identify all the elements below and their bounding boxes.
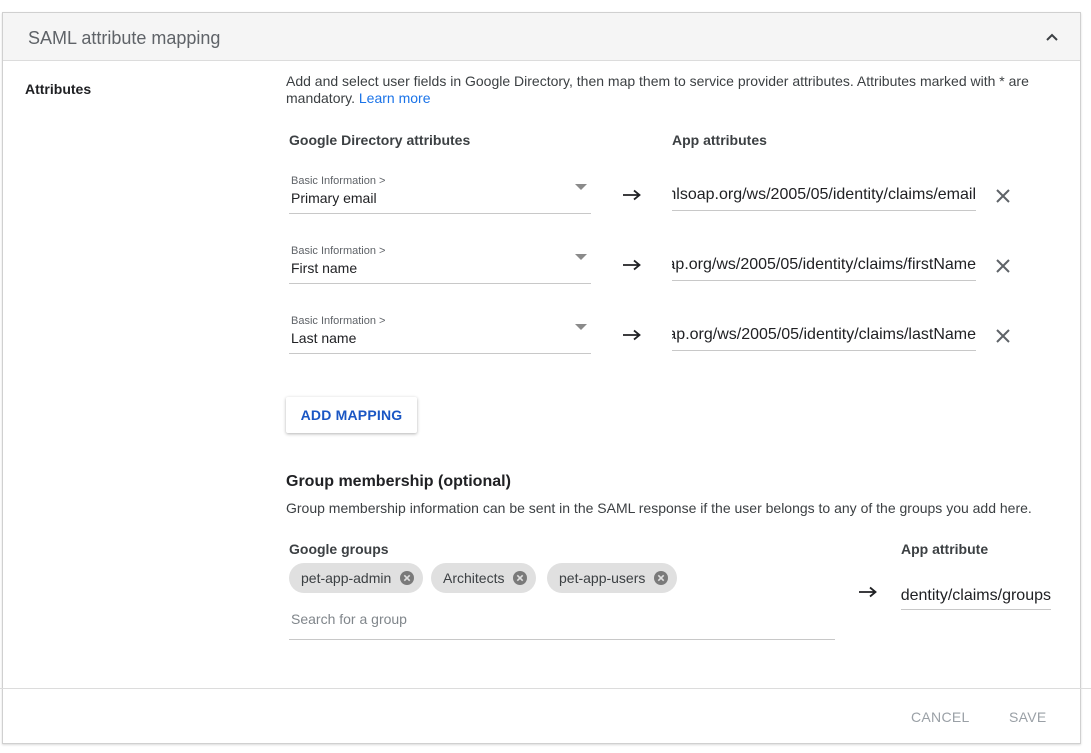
arrow-right-icon [623,329,641,341]
app-attribute-value: http://schemas.xmlsoap.org/ws/2005/05/id… [672,326,976,343]
app-attribute-value: http://schemas.xmlsoap.org/ws/2005/05/id… [672,186,976,203]
google-groups-header: Google groups [289,541,389,557]
group-chip: Architects [431,563,537,593]
app-attribute-input[interactable]: http://schemas.xmlsoap.org/ws/2005/05/id… [672,321,976,351]
footer-divider [0,688,1091,689]
group-chip: pet-app-users [547,563,678,593]
remove-chip-icon[interactable] [513,571,528,585]
directory-column-header: Google Directory attributes [289,132,471,148]
app-attribute-value: http://schemas.xmlsoap.org/ws/2005/05/id… [672,256,976,273]
remove-mapping-icon[interactable] [994,187,1012,205]
group-membership-title: Group membership (optional) [286,473,511,490]
group-search-input[interactable] [289,606,835,640]
arrow-right-icon [859,586,877,598]
chevron-up-icon[interactable] [1044,29,1060,45]
attributes-description: Add and select user fields in Google Dir… [286,73,1056,107]
app-column-header: App attributes [672,132,767,148]
attribute-field: First name [291,260,358,276]
attribute-category: Basic Information > [291,315,386,327]
dropdown-caret-icon [575,184,587,190]
card-header[interactable]: SAML attribute mapping [3,13,1080,61]
directory-attribute-select[interactable]: Basic Information > Primary email [289,170,591,214]
add-mapping-button[interactable]: ADD MAPPING [286,397,417,433]
directory-attribute-select[interactable]: Basic Information > First name [289,240,591,284]
attribute-category: Basic Information > [291,245,386,257]
dropdown-caret-icon [575,254,587,260]
learn-more-link[interactable]: Learn more [359,90,431,106]
attribute-field: Primary email [291,190,377,206]
remove-mapping-icon[interactable] [994,257,1012,275]
app-attribute-input[interactable]: http://schemas.xmlsoap.org/ws/2005/05/id… [672,251,976,281]
cancel-button[interactable]: CANCEL [911,709,970,725]
group-chip-label: pet-app-admin [301,570,392,586]
group-app-attribute-input[interactable]: http://schemas.xmlsoap.org/ws/2005/05/id… [901,580,1051,610]
app-attribute-input[interactable]: http://schemas.xmlsoap.org/ws/2005/05/id… [672,181,976,211]
app-attribute-header: App attribute [901,541,989,557]
group-chip-label: pet-app-users [559,570,646,586]
group-membership-description: Group membership information can be sent… [286,500,1032,516]
attribute-field: Last name [291,330,357,346]
dropdown-caret-icon [575,324,587,330]
group-chip-label: Architects [443,570,505,586]
remove-mapping-icon[interactable] [994,327,1012,345]
arrow-right-icon [623,189,641,201]
attributes-section-label: Attributes [25,81,92,97]
remove-chip-icon[interactable] [400,571,415,585]
group-app-attribute-value: http://schemas.xmlsoap.org/ws/2005/05/id… [901,587,1051,604]
arrow-right-icon [623,259,641,271]
directory-attribute-select[interactable]: Basic Information > Last name [289,310,591,354]
attribute-category: Basic Information > [291,175,386,187]
card-title: SAML attribute mapping [28,28,221,48]
save-button[interactable]: SAVE [1009,709,1047,725]
group-chip: pet-app-admin [289,563,424,593]
remove-chip-icon[interactable] [654,571,669,585]
